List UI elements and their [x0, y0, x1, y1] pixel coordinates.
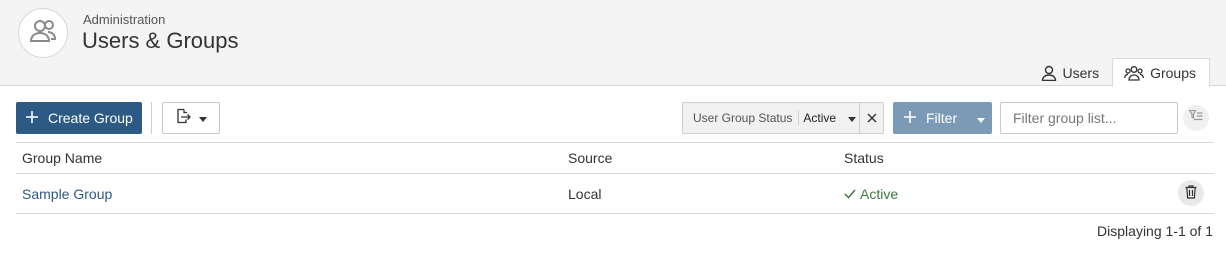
status-filter-dropdown[interactable]: User Group Status Active [682, 102, 884, 134]
delete-button[interactable] [1178, 180, 1204, 206]
check-icon [844, 186, 856, 202]
table-header: Group Name Source Status [16, 142, 1214, 174]
column-header-group-name[interactable]: Group Name [22, 143, 102, 173]
column-header-source[interactable]: Source [568, 143, 612, 173]
tab-groups[interactable]: Groups [1112, 58, 1210, 87]
advanced-filter-button[interactable] [1183, 105, 1209, 131]
status-filter-label: User Group Status [683, 111, 800, 125]
avatar [18, 8, 68, 58]
chevron-down-icon [977, 110, 986, 126]
toolbar: Create Group User Group Status Active Fi… [16, 102, 1210, 134]
users-icon [29, 19, 57, 48]
tab-users-label: Users [1062, 64, 1100, 81]
create-group-label: Create Group [48, 110, 133, 126]
export-button[interactable] [162, 102, 220, 134]
chevron-down-icon [199, 109, 207, 127]
status-filter-value: Active [803, 111, 837, 125]
tab-users[interactable]: Users [1030, 58, 1113, 87]
clear-filter-button[interactable] [859, 103, 883, 133]
create-group-button[interactable]: Create Group [16, 102, 142, 134]
page-header: Administration Users & Groups Users Grou… [0, 0, 1226, 87]
filter-button-label: Filter [926, 110, 958, 126]
export-icon [175, 108, 191, 129]
tab-groups-label: Groups [1150, 64, 1196, 81]
filter-button[interactable]: Filter [893, 102, 992, 134]
breadcrumb[interactable]: Administration [83, 12, 165, 27]
groups-table: Group Name Source Status Sample Group Lo… [16, 142, 1214, 214]
group-source: Local [568, 185, 602, 202]
status-badge: Active [844, 174, 898, 213]
filter-list-icon [1188, 109, 1203, 127]
plus-icon [904, 110, 916, 126]
column-header-status[interactable]: Status [844, 143, 884, 173]
close-icon [867, 110, 877, 127]
status-label: Active [860, 185, 899, 202]
chevron-down-icon [848, 111, 857, 125]
page-title: Users & Groups [82, 28, 239, 53]
group-name-link[interactable]: Sample Group [22, 174, 112, 213]
users-icon [1124, 65, 1145, 81]
toolbar-divider [151, 102, 152, 134]
table-row: Sample Group Local Active [16, 174, 1214, 214]
tab-bar: Users Groups [1030, 58, 1210, 87]
plus-icon [26, 110, 38, 126]
user-icon [1041, 65, 1057, 81]
trash-icon [1185, 184, 1197, 202]
pagination-summary: Displaying 1-1 of 1 [1097, 223, 1213, 239]
search-input[interactable] [1000, 102, 1178, 134]
